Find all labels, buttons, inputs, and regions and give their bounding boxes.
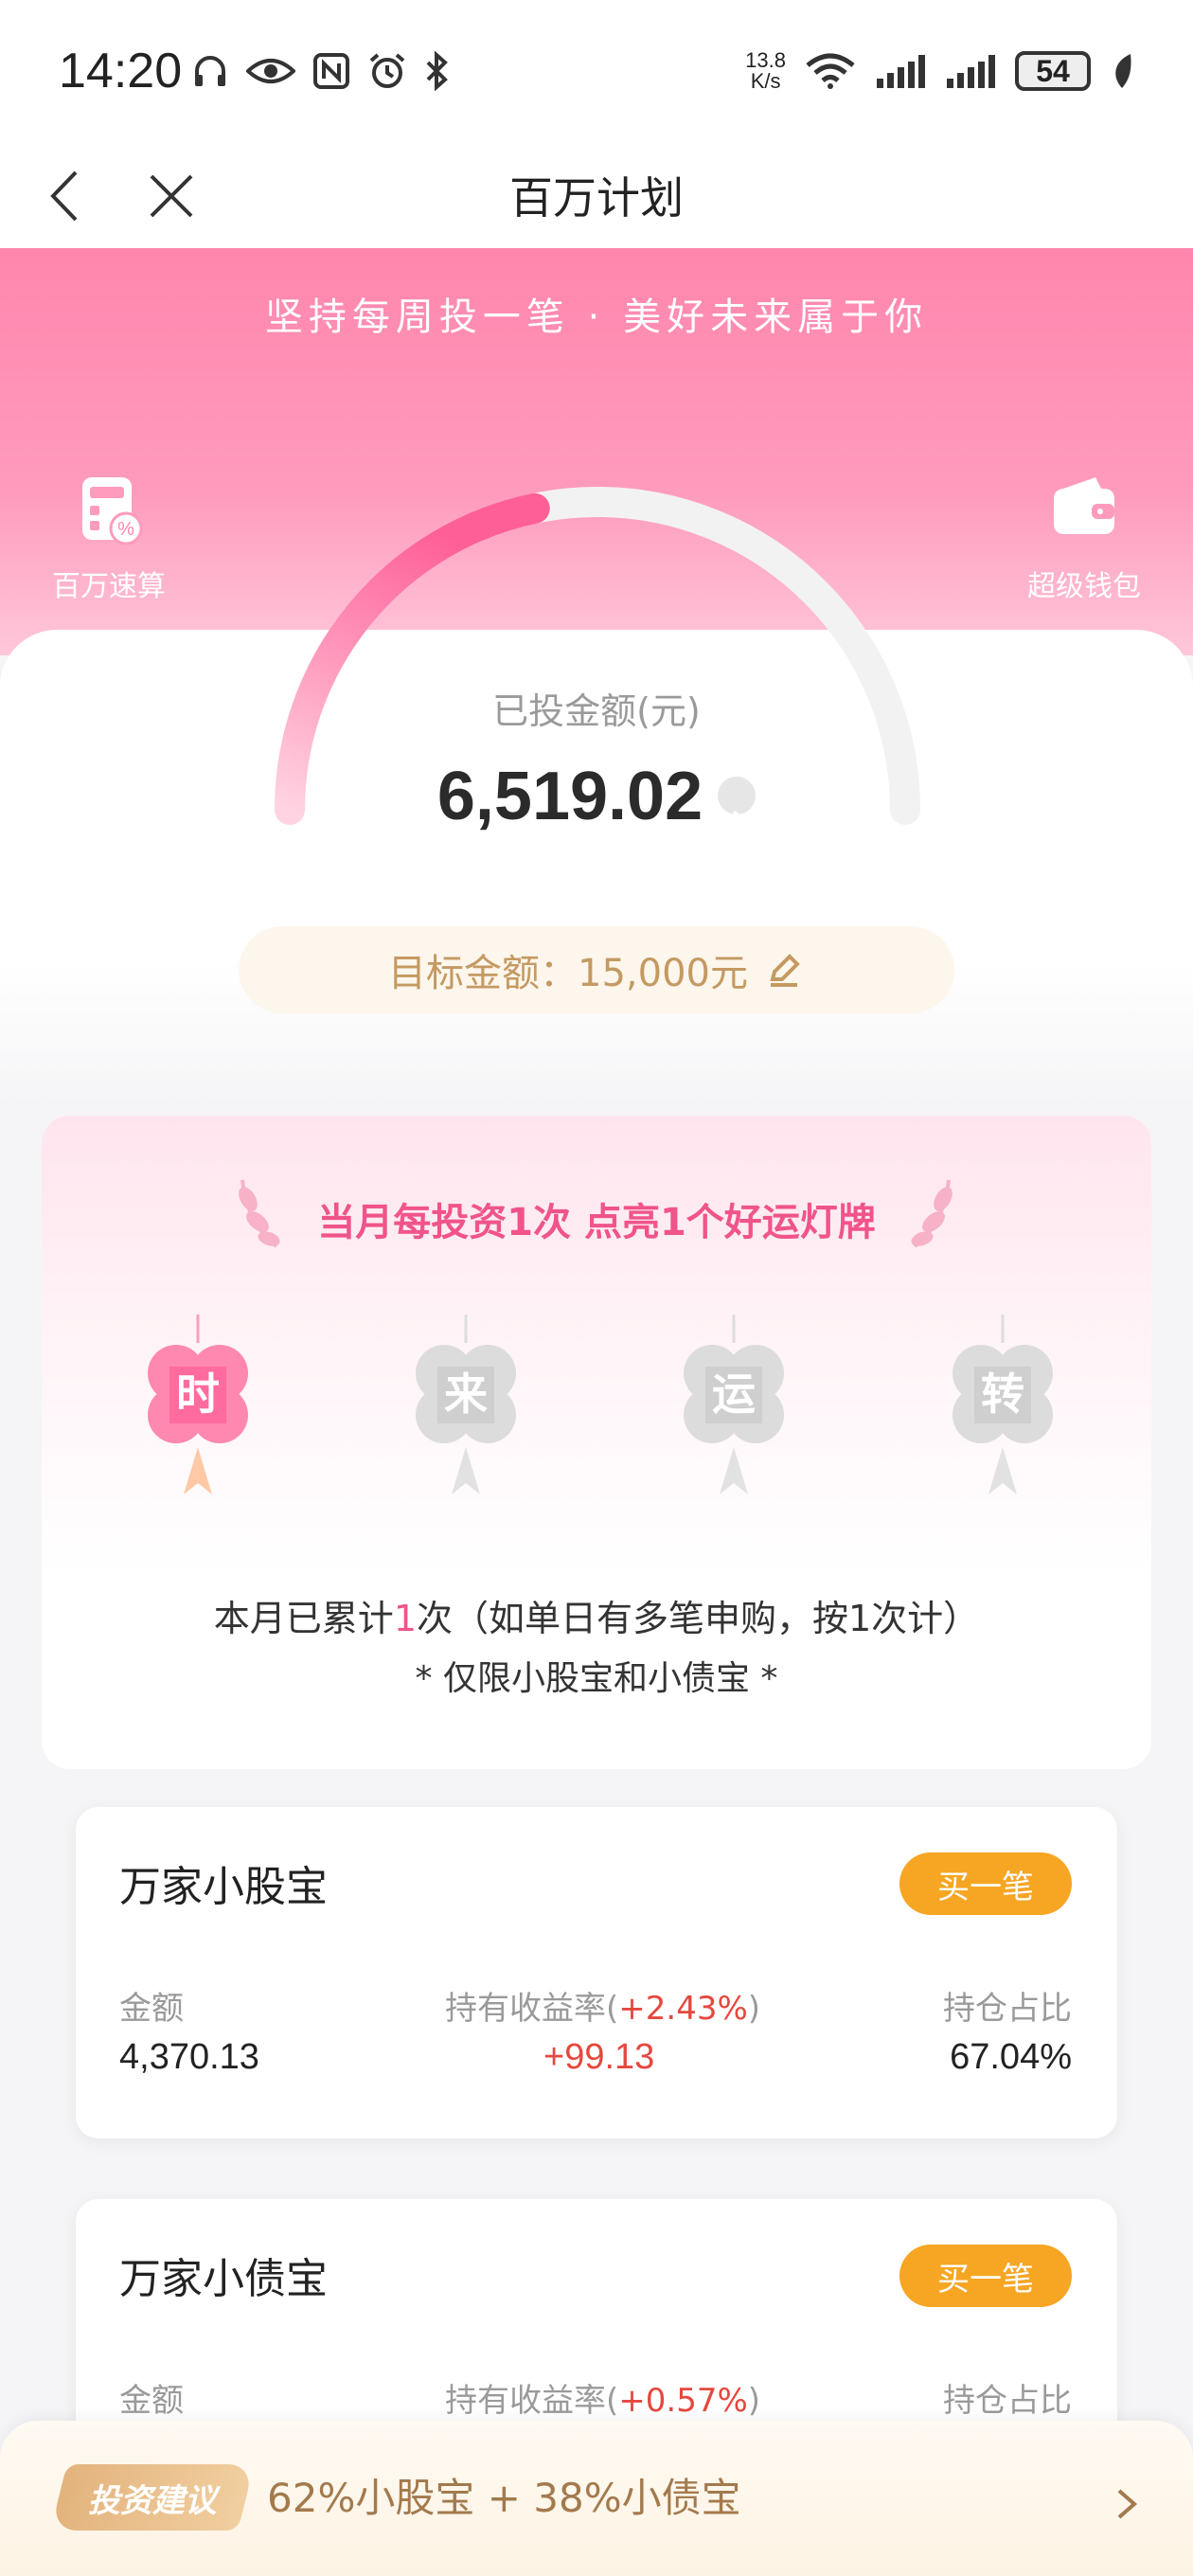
signal-icon bbox=[877, 55, 925, 88]
investment-advice-banner[interactable]: 投资建议 62%小股宝 + 38%小债宝 bbox=[0, 2421, 1193, 2576]
holding-ratio-value: 67.04% bbox=[950, 2037, 1072, 2077]
lucky-lights-card: 当月每投资1次 点亮1个好运灯牌 时 来 运 转 本月已累计1次（如单日有多笔申… bbox=[42, 1116, 1151, 1769]
status-time: 14:20 bbox=[59, 44, 183, 98]
monthly-count-text: 本月已累计1次（如单日有多笔申购，按1次计） bbox=[42, 1589, 1151, 1641]
invested-amount[interactable]: 6,519.02 bbox=[0, 758, 1193, 835]
monthly-count-value: 1 bbox=[393, 1598, 417, 1639]
clover-light-unlit: 来 bbox=[416, 1315, 516, 1494]
return-rate-label-suffix: ) bbox=[747, 2382, 761, 2420]
leaf-icon bbox=[1115, 54, 1131, 88]
clover-light-unlit: 运 bbox=[684, 1315, 784, 1494]
clover-char: 转 bbox=[981, 1368, 1024, 1420]
network-speed: 13.8 K/s bbox=[745, 50, 786, 92]
wifi-icon bbox=[806, 53, 855, 89]
chevron-left-icon[interactable] bbox=[34, 163, 100, 229]
advice-text: 62%小股宝 + 38%小债宝 bbox=[267, 2475, 741, 2521]
clover-char: 时 bbox=[176, 1368, 220, 1420]
return-rate-label-suffix: ) bbox=[747, 1990, 761, 2028]
chevron-right-icon[interactable] bbox=[1108, 2476, 1146, 2532]
signal-icon bbox=[947, 55, 995, 88]
return-rate-label: 持有收益率(+0.57%) bbox=[445, 2374, 760, 2421]
fund-card-stock[interactable]: 万家小股宝 买一笔 金额 持有收益率(+2.43%) 持仓占比 4,370.13… bbox=[76, 1807, 1117, 2138]
bluetooth-icon bbox=[426, 51, 449, 91]
page-title: 百万计划 bbox=[509, 172, 684, 224]
lucky-title: 当月每投资1次 点亮1个好运灯牌 bbox=[317, 1201, 876, 1244]
invested-amount-value: 6,519.02 bbox=[436, 759, 703, 834]
advice-badge-label: 投资建议 bbox=[88, 2481, 217, 2520]
clover-lights: 时 来 运 转 bbox=[42, 1315, 1151, 1523]
status-bar: 14:20 13.8 K/s 54 bbox=[0, 0, 1193, 142]
fund-name: 万家小股宝 bbox=[119, 1863, 328, 1911]
fund-name: 万家小债宝 bbox=[119, 2255, 328, 2303]
limit-note: * 仅限小股宝和小债宝 * bbox=[415, 1659, 778, 1698]
nfc-icon bbox=[313, 53, 350, 89]
close-icon[interactable] bbox=[138, 163, 205, 229]
headphones-icon bbox=[195, 56, 226, 86]
edit-pencil-icon[interactable] bbox=[763, 949, 805, 991]
return-rate-label-prefix: 持有收益率( bbox=[445, 2382, 619, 2420]
clover-char: 运 bbox=[712, 1368, 756, 1420]
return-rate-label-prefix: 持有收益率( bbox=[445, 1990, 619, 2028]
eye-icon bbox=[246, 59, 296, 83]
slogan: 坚持每周投一笔 · 美好未来属于你 bbox=[264, 295, 929, 339]
alarm-icon bbox=[369, 53, 405, 88]
status-left-icons bbox=[191, 51, 451, 91]
battery-indicator: 54 bbox=[1015, 51, 1091, 91]
amount-label: 金额 bbox=[119, 1990, 184, 2028]
clover-light-unlit: 转 bbox=[953, 1315, 1053, 1494]
network-speed-unit: K/s bbox=[750, 69, 781, 93]
network-speed-value: 13.8 bbox=[745, 48, 786, 72]
holding-ratio-label: 持仓占比 bbox=[943, 1990, 1072, 2028]
amount-value: 4,370.13 bbox=[119, 2037, 259, 2077]
invested-label: 已投金额(元) bbox=[492, 690, 701, 732]
buy-button[interactable]: 买一笔 bbox=[899, 2245, 1072, 2307]
return-value: +99.13 bbox=[543, 2037, 655, 2077]
laurel-right-icon bbox=[911, 1179, 953, 1248]
monthly-count-suffix: 次（如单日有多笔申购，按1次计） bbox=[417, 1598, 980, 1639]
amount-label: 金额 bbox=[119, 2382, 184, 2420]
return-rate-value: +2.43% bbox=[618, 1990, 748, 2028]
clover-char: 来 bbox=[444, 1368, 488, 1420]
buy-button[interactable]: 买一笔 bbox=[899, 1852, 1072, 1915]
monthly-count-prefix: 本月已累计 bbox=[213, 1598, 394, 1639]
chevron-right-icon bbox=[718, 776, 757, 829]
status-right: 13.8 K/s 54 bbox=[745, 50, 1134, 92]
holding-ratio-label: 持仓占比 bbox=[943, 2382, 1072, 2420]
target-amount-pill[interactable]: 目标金额：15,000元 bbox=[239, 926, 954, 1013]
nav-bar: 百万计划 bbox=[0, 142, 1193, 248]
clover-light-lit: 时 bbox=[148, 1315, 248, 1494]
advice-badge: 投资建议 bbox=[50, 2464, 255, 2531]
target-amount-label: 目标金额：15,000元 bbox=[388, 952, 748, 995]
return-rate-label: 持有收益率(+2.43%) bbox=[445, 1982, 760, 2029]
return-rate-value: +0.57% bbox=[618, 2382, 748, 2420]
